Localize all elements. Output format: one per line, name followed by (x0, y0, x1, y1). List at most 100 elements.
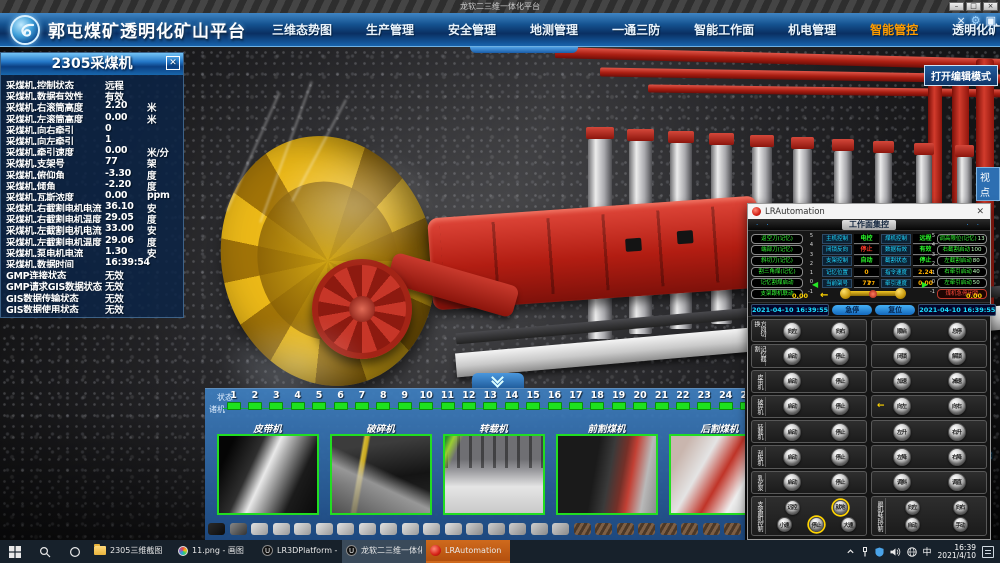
taskbar-app-4[interactable]: U龙软二三维一体化... (342, 540, 426, 563)
channel-status-indicator[interactable] (441, 402, 455, 410)
round-button[interactable]: 向左 (893, 397, 911, 415)
camera-thumbnail-1[interactable] (217, 434, 319, 515)
round-button[interactable]: 向右 (948, 397, 966, 415)
tool-close-icon[interactable]: × (957, 15, 966, 27)
round-button[interactable]: 启动 (783, 397, 801, 415)
film-thumb[interactable] (337, 523, 354, 535)
network-globe-icon[interactable] (907, 547, 917, 557)
round-button[interactable]: 启动 (783, 347, 801, 365)
top-collapsed-tab[interactable] (470, 46, 578, 53)
film-thumb[interactable] (531, 523, 548, 535)
round-button[interactable]: 停止 (831, 423, 849, 441)
round-button[interactable]: 停止 (831, 347, 849, 365)
channel-status-indicator[interactable] (548, 402, 562, 410)
mode-button-left-2[interactable]: 端部刀(记忆) (751, 245, 803, 255)
round-button[interactable]: 解锁 (948, 347, 966, 365)
reset-button[interactable]: 复位 (875, 305, 915, 315)
gear-icon[interactable]: ⚙ (971, 15, 981, 27)
film-thumb[interactable] (359, 523, 376, 535)
round-button[interactable]: 大速 (841, 517, 856, 532)
round-button[interactable]: 右升 (948, 423, 966, 441)
channel-status-indicator[interactable] (355, 402, 369, 410)
film-thumb[interactable] (574, 523, 591, 535)
channel-status-indicator[interactable] (526, 402, 540, 410)
nav-item-7[interactable]: 机电管理 (788, 21, 836, 38)
mode-button-left-5[interactable]: 记忆割煤启动 (751, 278, 803, 288)
channel-status-indicator[interactable] (227, 402, 241, 410)
film-thumb[interactable] (681, 523, 698, 535)
round-button[interactable]: 加速 (893, 372, 911, 390)
mode-button-right-1[interactable]: 调高限位(记忆)13 (937, 234, 987, 244)
restore-window-icon[interactable]: ▣ (986, 15, 996, 27)
defender-shield-icon[interactable] (875, 547, 884, 557)
channel-status-indicator[interactable] (462, 402, 476, 410)
round-button[interactable]: 启动 (783, 372, 801, 390)
channel-status-indicator[interactable] (697, 402, 711, 410)
taskbar-app-5[interactable]: LRAutomation (426, 540, 510, 563)
film-thumb[interactable] (660, 523, 677, 535)
round-button[interactable]: 向左 (905, 500, 920, 515)
film-thumb[interactable] (724, 523, 741, 535)
nav-item-4[interactable]: 地测管理 (530, 21, 578, 38)
clock[interactable]: 16:39 2021/4/10 (938, 544, 976, 560)
usb-icon[interactable] (861, 547, 869, 557)
channel-status-indicator[interactable] (612, 402, 626, 410)
round-button[interactable]: 向左 (783, 322, 801, 340)
film-thumb[interactable] (423, 523, 440, 535)
start-button[interactable] (0, 540, 30, 563)
round-button[interactable]: 调直 (948, 473, 966, 491)
round-button[interactable]: 向右 (831, 322, 849, 340)
film-thumb[interactable] (230, 523, 247, 535)
round-button[interactable]: 启动 (783, 473, 801, 491)
channel-status-indicator[interactable] (398, 402, 412, 410)
film-thumb[interactable] (402, 523, 419, 535)
film-thumb[interactable] (703, 523, 720, 535)
mode-button-left-4[interactable]: 割三角煤(记忆) (751, 267, 803, 277)
film-thumb[interactable] (552, 523, 569, 535)
film-thumb[interactable] (316, 523, 333, 535)
film-thumb[interactable] (638, 523, 655, 535)
mode-button-left-1[interactable]: 返空刀(记忆) (751, 234, 803, 244)
nav-item-8[interactable]: 智能管控 (870, 21, 918, 38)
film-thumb[interactable] (208, 523, 225, 535)
round-button[interactable]: 闭锁 (893, 347, 911, 365)
channel-status-indicator[interactable] (291, 402, 305, 410)
mode-button-right-5[interactable]: 左牵引启动50 (937, 278, 987, 288)
film-thumb[interactable] (466, 523, 483, 535)
round-button[interactable]: 顺启 (893, 322, 911, 340)
taskbar-app-1[interactable]: 2305三维截图 (90, 540, 174, 563)
viewpoint-tab[interactable]: 视点 (976, 167, 1000, 201)
channel-status-indicator[interactable] (312, 402, 326, 410)
nav-item-3[interactable]: 安全管理 (448, 21, 496, 38)
channel-status-indicator[interactable] (334, 402, 348, 410)
channel-status-indicator[interactable] (269, 402, 283, 410)
volume-icon[interactable] (890, 547, 901, 557)
round-button[interactable]: 远控 (785, 500, 800, 515)
channel-status-indicator[interactable] (676, 402, 690, 410)
round-button[interactable]: 调斜 (893, 473, 911, 491)
film-thumb[interactable] (251, 523, 268, 535)
film-thumb[interactable] (509, 523, 526, 535)
channel-status-indicator[interactable] (376, 402, 390, 410)
open-edit-mode-button[interactable]: 打开编辑模式 (924, 65, 998, 86)
ime-indicator[interactable]: 中 (923, 545, 932, 558)
round-button[interactable]: 停止 (831, 473, 849, 491)
film-thumb[interactable] (595, 523, 612, 535)
round-button[interactable]: 就地 (833, 500, 848, 515)
channel-status-indicator[interactable] (505, 402, 519, 410)
mode-button-right-3[interactable]: 左截割启动80 (937, 256, 987, 266)
film-thumb[interactable] (273, 523, 290, 535)
minimize-button[interactable]: – (949, 2, 964, 11)
round-button[interactable]: 停止 (809, 517, 824, 532)
film-thumb[interactable] (380, 523, 397, 535)
mode-button-left-3[interactable]: 斜切刀(记忆) (751, 256, 803, 266)
round-button[interactable]: 右降 (948, 448, 966, 466)
taskbar-app-3[interactable]: ULR3DPlatform - U... (258, 540, 342, 563)
round-button[interactable]: 停止 (831, 372, 849, 390)
nav-item-5[interactable]: 一通三防 (612, 21, 660, 38)
round-button[interactable]: 自动 (905, 517, 920, 532)
film-thumb[interactable] (445, 523, 462, 535)
mode-button-right-4[interactable]: 右牵引启动40 (937, 267, 987, 277)
close-button[interactable]: × (983, 2, 998, 11)
emergency-stop-button[interactable]: 急停 (832, 305, 872, 315)
